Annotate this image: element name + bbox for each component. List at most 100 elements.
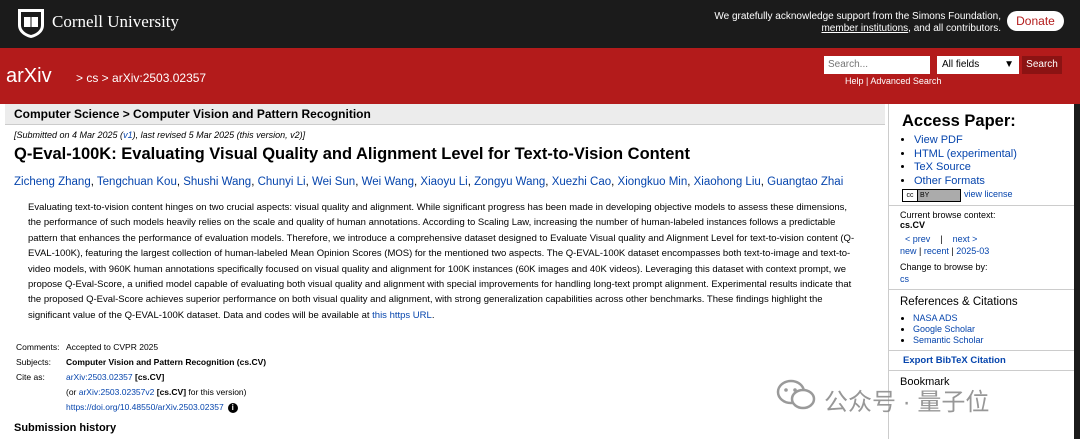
advanced-search-link[interactable]: Advanced Search	[870, 76, 941, 86]
dateline-pre: [Submitted on 4 Mar 2025 (	[14, 130, 124, 140]
subjects-label: Subjects:	[16, 357, 51, 367]
help-link[interactable]: Help	[845, 76, 864, 86]
author-link[interactable]: Wei Wang	[362, 176, 414, 188]
breadcrumb-sep: >	[98, 71, 113, 85]
access-link-label[interactable]: Other Formats	[914, 175, 985, 187]
browse-context-value: cs.CV	[900, 220, 926, 230]
comments-label: Comments:	[16, 342, 60, 352]
export-bibtex-link[interactable]: Export BibTeX Citation	[903, 355, 1006, 366]
nav-separator: |	[940, 234, 943, 244]
access-link-label[interactable]: TeX Source	[914, 161, 971, 173]
ref-label[interactable]: Semantic Scholar	[913, 335, 984, 345]
cite-id-link[interactable]: arXiv:2503.02357	[66, 372, 133, 382]
wechat-icon	[776, 379, 816, 410]
abstract-url-link[interactable]: this https URL	[372, 310, 432, 321]
cornell-university-name[interactable]: Cornell University	[52, 12, 179, 32]
access-paper-title: Access Paper:	[902, 112, 1016, 130]
prev-link[interactable]: < prev	[905, 234, 930, 244]
cite-value: arXiv:2503.02357 [cs.CV]	[66, 370, 164, 385]
access-link-label[interactable]: HTML (experimental)	[914, 148, 1017, 160]
submission-dateline: [Submitted on 4 Mar 2025 (v1), last revi…	[14, 130, 305, 140]
cite-version-pre: (or	[66, 387, 79, 397]
member-institutions-link[interactable]: member institutions	[821, 23, 908, 34]
pipe: |	[916, 246, 924, 256]
access-link-view-pdf[interactable]: View PDF	[914, 134, 1017, 148]
change-browse-label: Change to browse by:	[900, 262, 988, 272]
access-link-tex[interactable]: TeX Source	[914, 161, 1017, 175]
chevron-down-icon: ▼	[1004, 59, 1014, 70]
view-license-link[interactable]: view license	[964, 189, 1013, 199]
version-v1-link[interactable]: v1	[123, 130, 133, 140]
breadcrumb-cs[interactable]: cs	[86, 71, 98, 85]
author-link[interactable]: Xiaoyu Li	[420, 176, 467, 188]
divider	[889, 205, 1075, 206]
subjects-value: Computer Vision and Pattern Recognition …	[66, 357, 267, 367]
dateline-post: ), last revised 5 Mar 2025 (this version…	[132, 130, 306, 140]
category-header: Computer Science > Computer Vision and P…	[5, 104, 885, 125]
author-link[interactable]: Zongyu Wang	[474, 176, 545, 188]
ref-nasa-ads[interactable]: NASA ADS	[913, 313, 984, 324]
main-content: Computer Science > Computer Vision and P…	[0, 104, 888, 439]
next-link[interactable]: next >	[953, 234, 978, 244]
author-link[interactable]: Zicheng Zhang	[14, 176, 91, 188]
new-link[interactable]: new	[900, 246, 917, 256]
svg-text:arXiv: arXiv	[6, 65, 52, 87]
month-link[interactable]: 2025-03	[956, 246, 989, 256]
access-link-label[interactable]: View PDF	[914, 134, 963, 146]
cornell-seal-icon[interactable]	[16, 7, 46, 39]
arxiv-logo[interactable]: arXiv	[6, 65, 72, 87]
search-field-select[interactable]: All fields ▼	[937, 56, 1019, 74]
references-list: NASA ADS Google Scholar Semantic Scholar	[900, 313, 984, 346]
authors-list: Zicheng Zhang, Tengchuan Kou, Shushi Wan…	[14, 176, 843, 188]
divider	[889, 370, 1075, 371]
breadcrumb-paper-id: arXiv:2503.02357	[112, 71, 207, 85]
browse-context-label: Current browse context:	[900, 210, 996, 220]
author-link[interactable]: Guangtao Zhai	[767, 176, 843, 188]
cite-version-value: (or arXiv:2503.02357v2 [cs.CV] for this …	[66, 385, 247, 400]
support-text-post: , and all contributors.	[908, 23, 1001, 34]
ref-semantic-scholar[interactable]: Semantic Scholar	[913, 335, 984, 346]
cite-version-post: for this version)	[186, 387, 247, 397]
comments-value: Accepted to CVPR 2025	[66, 342, 159, 352]
arxiv-banner: arXiv > cs > arXiv:2503.02357 All fields…	[0, 48, 1080, 104]
author-link[interactable]: Chunyi Li	[258, 176, 306, 188]
access-link-other[interactable]: Other Formats	[914, 175, 1017, 189]
access-link-html[interactable]: HTML (experimental)	[914, 148, 1017, 162]
search-input[interactable]	[824, 56, 930, 74]
page-edge	[1074, 104, 1080, 439]
cite-version-link[interactable]: arXiv:2503.02357v2	[79, 387, 155, 397]
browse-lists: new | recent | 2025-03	[900, 246, 989, 256]
watermark-text: 公众号 · 量子位	[824, 389, 990, 416]
search-field-value: All fields	[942, 59, 980, 70]
author-link[interactable]: Wei Sun	[312, 176, 355, 188]
author-link[interactable]: Xiongkuo Min	[618, 176, 688, 188]
author-link[interactable]: Xuezhi Cao	[552, 176, 611, 188]
ref-label[interactable]: Google Scholar	[913, 324, 975, 334]
info-icon[interactable]: i	[227, 402, 238, 413]
author-link[interactable]: Tengchuan Kou	[97, 176, 177, 188]
search-button[interactable]: Search	[1022, 56, 1062, 74]
breadcrumb: > cs > arXiv:2503.02357	[76, 71, 206, 85]
divider	[889, 350, 1075, 351]
ref-label[interactable]: NASA ADS	[913, 313, 958, 323]
support-text-pre: We gratefully acknowledge support from t…	[714, 11, 1001, 22]
top-bar: Cornell University We gratefully acknowl…	[0, 0, 1080, 48]
author-link[interactable]: Shushi Wang	[183, 176, 251, 188]
donate-button[interactable]: Donate	[1007, 11, 1064, 31]
abstract: Evaluating text-to-vision content hinges…	[28, 200, 856, 323]
cc-license-badge-icon[interactable]: cc BY	[902, 189, 961, 202]
recent-link[interactable]: recent	[924, 246, 949, 256]
submission-history-heading: Submission history	[14, 422, 117, 434]
browse-cs-link[interactable]: cs	[900, 274, 909, 284]
doi-link[interactable]: https://doi.org/10.48550/arXiv.2503.0235…	[66, 402, 224, 412]
browse-nav: < prev | next >	[905, 234, 977, 244]
author-link[interactable]: Xiaohong Liu	[694, 176, 761, 188]
divider	[889, 289, 1075, 290]
ref-google-scholar[interactable]: Google Scholar	[913, 324, 984, 335]
cite-tag: [cs.CV]	[132, 372, 165, 382]
cite-label: Cite as:	[16, 372, 45, 382]
cite-version-tag: [cs.CV]	[154, 387, 187, 397]
support-acknowledgement: We gratefully acknowledge support from t…	[701, 11, 1001, 35]
banner-links: Help | Advanced Search	[845, 76, 941, 86]
breadcrumb-sep: >	[76, 71, 87, 85]
